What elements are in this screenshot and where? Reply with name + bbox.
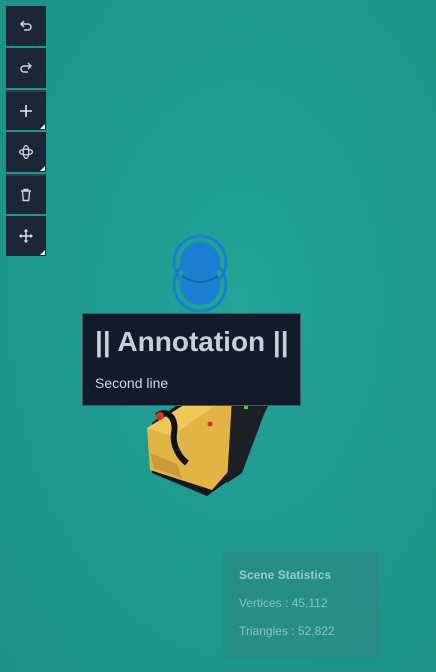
trash-icon	[21, 188, 31, 202]
editor-toolbar	[6, 6, 46, 258]
add-button[interactable]	[6, 90, 46, 130]
orbit-icon	[18, 144, 34, 160]
submenu-indicator-icon	[40, 250, 45, 255]
stats-triangles: Triangles : 52,822	[239, 624, 335, 638]
orbit-button[interactable]	[6, 132, 46, 172]
annotation-body: Second line	[95, 375, 169, 391]
undo-button[interactable]	[6, 6, 46, 46]
submenu-indicator-icon	[40, 166, 45, 171]
move-button[interactable]	[6, 216, 46, 256]
plus-icon	[20, 105, 32, 117]
scene-statistics-panel: Scene Statistics Vertices : 45,112 Trian…	[223, 552, 379, 659]
redo-button[interactable]	[6, 48, 46, 88]
submenu-indicator-icon	[40, 124, 45, 129]
stats-vertices: Vertices : 45,112	[239, 596, 328, 610]
undo-icon	[19, 20, 32, 31]
annotation-popup[interactable]: || Annotation || Second line	[82, 313, 301, 406]
annotation-title: || Annotation ||	[95, 326, 289, 357]
redo-icon	[20, 62, 33, 73]
move-arrows-icon	[19, 229, 33, 243]
annotation-marker[interactable]	[172, 234, 232, 314]
delete-button[interactable]	[6, 174, 46, 214]
stats-heading: Scene Statistics	[239, 568, 332, 582]
